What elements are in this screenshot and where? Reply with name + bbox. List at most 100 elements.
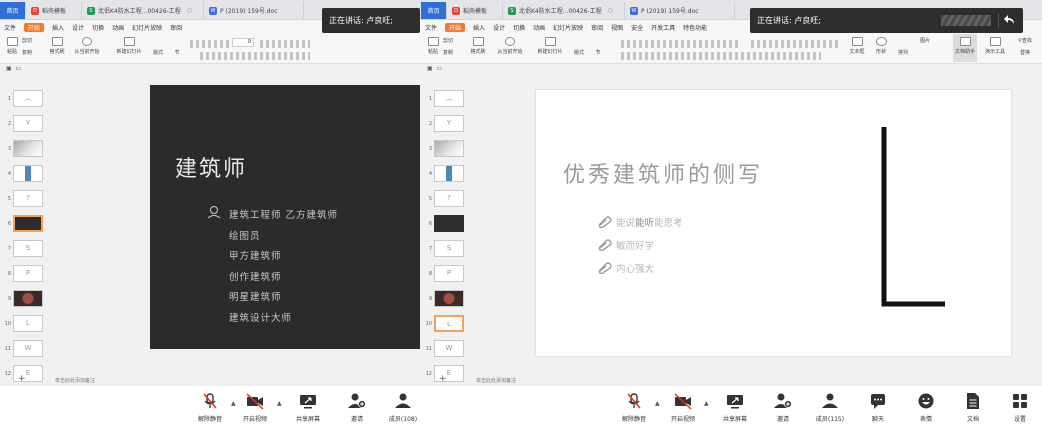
- tab-home[interactable]: 首页: [0, 2, 26, 19]
- new-slide-button[interactable]: 新建幻灯片: [533, 37, 567, 55]
- menu-review[interactable]: 审阅: [591, 23, 603, 32]
- members-button[interactable]: 成员(115): [810, 392, 850, 423]
- thumbnail-item[interactable]: 3: [425, 140, 469, 159]
- thumbnail-item[interactable]: 11 W: [425, 340, 469, 359]
- format-painter-button[interactable]: 格式刷: [48, 37, 66, 55]
- view-toggle[interactable]: ▣ ▭: [0, 65, 60, 77]
- paragraph-toolbar[interactable]: [260, 40, 310, 48]
- replace-button[interactable]: 替换: [1013, 49, 1037, 56]
- current-slide[interactable]: 优秀建筑师的侧写 能说 能听 能思考 敏而好学 内心强大: [536, 90, 1011, 356]
- start-video-button[interactable]: 开启视频: [663, 392, 703, 423]
- chevron-up-icon[interactable]: ▲: [655, 400, 660, 407]
- document-button[interactable]: 文档: [953, 392, 993, 423]
- view-toggle[interactable]: ▣ ▭: [421, 65, 481, 77]
- layout-button[interactable]: 版式: [150, 49, 166, 56]
- chevron-up-icon[interactable]: ▲: [277, 400, 282, 407]
- thumbnail-item[interactable]: 11 W: [4, 340, 48, 359]
- thumbnail-item[interactable]: 2Y: [4, 115, 48, 134]
- thumbnail-item[interactable]: 12 E: [4, 365, 48, 384]
- menu-view[interactable]: 视图: [611, 23, 623, 32]
- menu-home[interactable]: 开始: [24, 22, 45, 32]
- menu-design[interactable]: 设计: [72, 23, 84, 32]
- menu-review[interactable]: 审阅: [170, 23, 182, 32]
- unmute-button[interactable]: 解除静音: [190, 392, 230, 423]
- add-slide-icon[interactable]: +: [439, 374, 447, 384]
- cut-button[interactable]: 剪切: [22, 37, 44, 44]
- menu-transition[interactable]: 切换: [513, 23, 525, 32]
- tab-docer[interactable]: D 稻壳模板: [26, 2, 82, 19]
- tab-spreadsheet[interactable]: S 北侣K4防水工程...00426-工程 ○: [82, 2, 204, 19]
- section-button[interactable]: 节: [170, 49, 184, 56]
- close-icon[interactable]: ○: [608, 7, 613, 14]
- thumbnail-item[interactable]: 1 ︵: [425, 90, 469, 109]
- chat-button[interactable]: 聊天: [858, 392, 898, 423]
- menu-animation[interactable]: 动画: [112, 23, 124, 32]
- invite-button[interactable]: 邀请: [337, 392, 377, 423]
- share-screen-button[interactable]: 共享屏幕: [288, 392, 328, 423]
- section-button[interactable]: 节: [591, 49, 605, 56]
- menu-developer[interactable]: 开发工具: [651, 23, 675, 32]
- doc-assistant-button[interactable]: 文档助手: [953, 34, 977, 62]
- chevron-up-icon[interactable]: ▲: [704, 400, 709, 407]
- copy-button[interactable]: 复制: [443, 49, 465, 56]
- thumbnail-item[interactable]: 7S: [4, 240, 48, 259]
- thumbnail-item[interactable]: 1 ︵: [4, 90, 48, 109]
- add-slide-icon[interactable]: +: [18, 374, 26, 384]
- layout-button[interactable]: 版式: [571, 49, 587, 56]
- thumbnail-item[interactable]: 7S: [425, 240, 469, 259]
- start-video-button[interactable]: 开启视频: [235, 392, 275, 423]
- notes-placeholder[interactable]: 单击此处添加备注: [476, 377, 516, 384]
- play-from-current-button[interactable]: 从当前开始: [493, 37, 527, 55]
- format-toolbar[interactable]: [200, 52, 310, 60]
- tab-docer[interactable]: D 稻壳模板: [447, 2, 503, 19]
- thumbnail-item[interactable]: 9: [4, 290, 48, 309]
- menu-file[interactable]: 文件: [425, 23, 437, 32]
- invite-button[interactable]: 邀请: [763, 392, 803, 423]
- format-painter-button[interactable]: 格式刷: [469, 37, 487, 55]
- font-toolbar[interactable]: [621, 40, 741, 48]
- play-from-current-button[interactable]: 从当前开始: [70, 37, 104, 55]
- back-arrow-icon[interactable]: [1003, 13, 1017, 27]
- thumbnail-item[interactable]: 5?: [4, 190, 48, 209]
- thumbnail-item[interactable]: 6: [425, 215, 469, 234]
- format-toolbar[interactable]: [621, 52, 821, 60]
- menu-insert[interactable]: 插入: [473, 23, 485, 32]
- paragraph-toolbar[interactable]: [751, 40, 841, 48]
- share-screen-button[interactable]: 共享屏幕: [715, 392, 755, 423]
- close-icon[interactable]: ○: [187, 7, 192, 14]
- menu-animation[interactable]: 动画: [533, 23, 545, 32]
- thumbnail-item[interactable]: 8P: [425, 265, 469, 284]
- shape-button[interactable]: 形状: [871, 37, 891, 55]
- thumbnail-item[interactable]: 4: [425, 165, 469, 184]
- unmute-button[interactable]: 解除静音: [614, 392, 654, 423]
- textbox-button[interactable]: 文本框: [846, 37, 868, 55]
- members-button[interactable]: 成员(108): [383, 392, 423, 423]
- cut-button[interactable]: 剪切: [443, 37, 465, 44]
- settings-button[interactable]: 设置: [1000, 392, 1040, 423]
- menu-slideshow[interactable]: 幻灯片放映: [553, 23, 583, 32]
- thumbnail-item[interactable]: 10 L: [4, 315, 48, 334]
- menu-home[interactable]: 开始: [445, 22, 466, 32]
- presentation-tools-button[interactable]: 演示工具: [981, 37, 1009, 55]
- font-size-input[interactable]: 0: [232, 38, 254, 47]
- thumbnail-item-selected[interactable]: 6: [4, 215, 48, 234]
- thumbnail-item[interactable]: 3: [4, 140, 48, 159]
- thumbnail-item[interactable]: 5?: [425, 190, 469, 209]
- tab-spreadsheet[interactable]: S 北侣K4防水工程...00426-工程 ○: [503, 2, 625, 19]
- menu-insert[interactable]: 插入: [52, 23, 64, 32]
- tab-document[interactable]: W P (2019) 159号.doc: [204, 2, 304, 19]
- notes-placeholder[interactable]: 单击此处添加备注: [55, 377, 95, 384]
- menu-file[interactable]: 文件: [4, 23, 16, 32]
- copy-button[interactable]: 复制: [22, 49, 44, 56]
- picture-button[interactable]: 图片: [915, 37, 935, 44]
- menu-security[interactable]: 安全: [631, 23, 643, 32]
- paste-button[interactable]: 粘贴: [4, 37, 20, 55]
- arrange-button[interactable]: 排列: [893, 49, 913, 56]
- thumbnail-item[interactable]: 2Y: [425, 115, 469, 134]
- thumbnail-item[interactable]: 8P: [4, 265, 48, 284]
- tab-home[interactable]: 首页: [421, 2, 447, 19]
- thumbnail-item[interactable]: 12 E: [425, 365, 469, 384]
- current-slide[interactable]: 建筑师 建筑工程师 乙方建筑师 绘图员 甲方建筑师 创作建筑师 明星建筑师 建筑…: [150, 85, 420, 349]
- menu-design[interactable]: 设计: [493, 23, 505, 32]
- menu-features[interactable]: 特色功能: [683, 23, 707, 32]
